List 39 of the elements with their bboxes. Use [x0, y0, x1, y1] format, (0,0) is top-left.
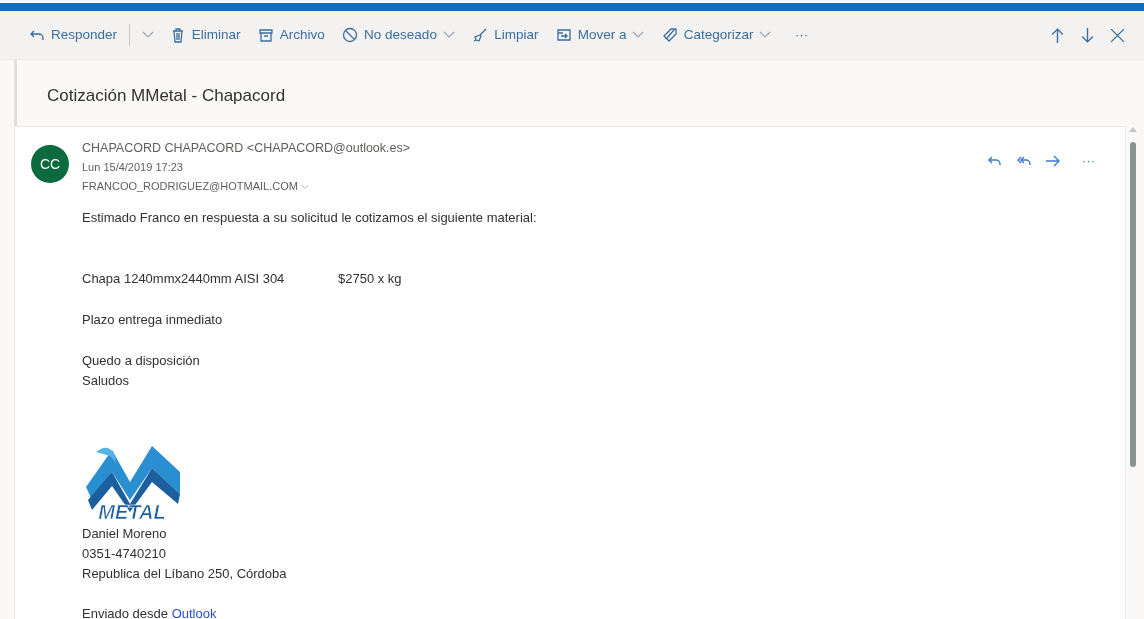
item-description: Chapa 1240mmx2440mm AISI 304	[82, 270, 286, 288]
expand-icon[interactable]	[301, 183, 310, 190]
broom-icon	[472, 27, 489, 43]
body-text: Plazo entrega inmediato	[82, 311, 224, 329]
chevron-down-icon[interactable]	[632, 31, 645, 39]
toolbar-button[interactable]: No deseado	[335, 20, 462, 50]
body-text: Quedo a disposición	[82, 352, 201, 370]
recipient: FRANCOO_RODRIGUEZ@HOTMAIL.COM	[82, 179, 298, 194]
block-icon	[342, 27, 359, 43]
avatar: CC	[31, 145, 69, 183]
sender: CHAPACORD CHAPACORD <CHAPACORD@outlook.es>	[82, 140, 411, 157]
body-text: Saludos	[82, 372, 130, 390]
outlook-link[interactable]: Outlook	[171, 606, 217, 619]
toolbar-button[interactable]: Eliminar	[162, 20, 248, 50]
signature-line: Republica del Líbano 250, Córdoba	[82, 565, 288, 583]
body-text: Estimado Franco en respuesta a su solicitud le cotizamos el siguiente material:	[82, 209, 538, 227]
close-icon[interactable]	[1109, 26, 1126, 44]
archive-icon	[257, 27, 274, 43]
message-subject: Cotización MMetal - Chapacord	[46, 85, 287, 107]
chevron-down-icon[interactable]	[141, 31, 154, 39]
down-arrow-icon[interactable]	[1079, 26, 1096, 44]
toolbar-button[interactable]: Mover a	[548, 20, 652, 50]
signature-line: 0351-4740210	[82, 545, 167, 563]
toolbar-button[interactable]: Categorizar	[654, 20, 779, 50]
sent-date: Lun 15/4/2019 17:23	[82, 160, 184, 175]
tag-icon	[661, 27, 678, 43]
toolbar-button[interactable]: Limpiar	[465, 20, 546, 50]
signature-line: Daniel Moreno	[82, 525, 168, 543]
item-price: $2750 x kg	[338, 270, 402, 288]
sent-from-text: Enviado desde Outlook	[82, 605, 218, 619]
more-button[interactable]: ···	[787, 20, 816, 50]
up-arrow-icon[interactable]	[1049, 26, 1066, 44]
toolbar-button[interactable]: Responder	[22, 20, 125, 50]
chevron-down-icon[interactable]	[759, 31, 772, 39]
move-icon	[555, 27, 572, 43]
chevron-down-icon[interactable]	[442, 31, 455, 39]
scroll-up-icon[interactable]	[1129, 126, 1137, 132]
toolbar-button[interactable]: Archivo	[250, 20, 332, 50]
more-button[interactable]: ···	[1074, 147, 1103, 175]
